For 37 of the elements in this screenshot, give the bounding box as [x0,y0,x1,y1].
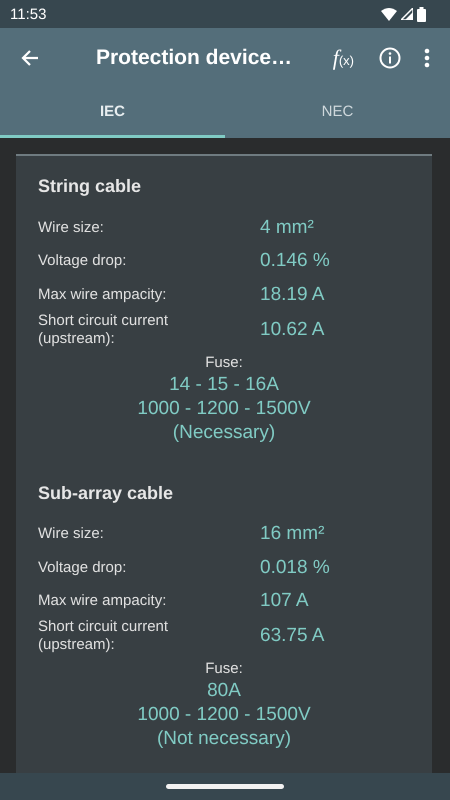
field-value: 107 A [260,590,310,612]
wifi-icon [381,8,397,20]
field-label: Voltage drop: [38,252,128,270]
fuse-value: 1000 - 1200 - 1500V [137,703,311,727]
field-label: Max wire ampacity: [38,592,168,610]
toolbar-title: Protection device… [96,46,294,70]
signal-icon [401,8,413,20]
formula-button[interactable]: f(x) [328,45,358,71]
field-label: Max wire ampacity: [38,286,168,304]
field-value: 63.75 A [260,625,326,647]
field-label: Wire size: [38,525,105,544]
fuse-value: 14 - 15 - 16A [169,372,279,396]
field-value: 0.146 % [260,250,331,272]
fuse-label: Fuse: [205,660,243,677]
fuse-value: 80A [207,679,241,703]
field-value: 10.62 A [260,318,326,340]
section-title: Sub-array cable [38,482,174,504]
fuse-value: (Necessary) [172,420,276,444]
field-value: 18.19 A [260,284,326,306]
field-label: Short circuit current (upstream): [38,312,170,348]
field-value: 0.018 % [260,556,331,579]
field-label: Short circuit current (upstream): [38,618,170,654]
tab[interactable]: NEC [225,88,450,138]
field-label: Wire size: [38,218,105,237]
more-options-icon[interactable] [424,48,430,68]
fuse-label: Fuse: [205,354,243,370]
fuse-value: (Not necessary) [156,727,292,751]
tab[interactable]: IEC [0,88,225,138]
section-title: String cable [38,176,142,197]
field-value: 4 mm² [260,216,315,239]
battery-icon [417,6,426,22]
info-icon[interactable] [378,46,402,70]
field-label: Voltage drop: [38,558,128,577]
status-time: 11:53 [10,6,46,22]
fuse-value: 1000 - 1200 - 1500V [137,396,311,420]
home-handle[interactable] [166,784,284,789]
field-value: 16 mm² [260,523,326,546]
